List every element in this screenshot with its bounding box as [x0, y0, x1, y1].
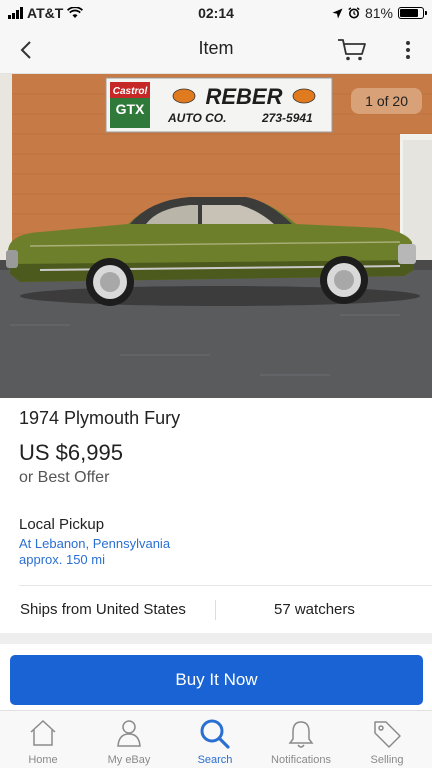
bell-icon [288, 721, 314, 748]
section-separator [0, 633, 432, 644]
tab-label: My eBay [107, 754, 151, 766]
search-icon [200, 719, 230, 749]
tab-label: Search [197, 754, 233, 766]
best-offer-text: or Best Offer [19, 469, 110, 486]
front-wheel [320, 256, 368, 304]
tab-home[interactable]: Home [0, 711, 86, 768]
item-price: US $6,995 [19, 440, 123, 465]
battery-icon [398, 7, 427, 19]
buy-it-now-button[interactable]: Buy It Now [10, 655, 423, 705]
cart-button[interactable] [334, 34, 370, 66]
tab-bar: Home My eBay Search Notifications Sellin… [0, 710, 432, 768]
location-arrow-icon [332, 8, 343, 18]
item-photo[interactable]: Castrol GTX REBER AUTO CO. 273-5941 1 of… [0, 74, 432, 398]
cart-icon [338, 39, 366, 61]
chevron-left-icon [20, 41, 31, 59]
back-button[interactable] [10, 34, 42, 66]
vertical-divider [215, 600, 216, 620]
watchers-count: 57 watchers [274, 601, 355, 618]
ships-from-text: Ships from United States [20, 601, 186, 618]
more-button[interactable] [396, 34, 420, 66]
shop-sign: Castrol GTX REBER AUTO CO. 273-5941 [105, 77, 333, 133]
divider [19, 585, 432, 586]
alarm-icon [348, 7, 360, 19]
tab-label: Notifications [271, 754, 331, 766]
item-title: 1974 Plymouth Fury [19, 408, 181, 428]
tag-icon [374, 721, 401, 748]
pickup-location-link[interactable]: At Lebanon, Pennsylvania [19, 536, 170, 551]
pickup-label: Local Pickup [19, 516, 105, 533]
status-right: 81% [332, 5, 427, 21]
person-icon [117, 720, 141, 747]
home-icon [30, 719, 56, 746]
tab-my-ebay[interactable]: My eBay [86, 711, 172, 768]
sign-line: AUTO CO. [167, 111, 226, 125]
battery-percent: 81% [364, 5, 393, 21]
tab-label: Home [28, 754, 58, 766]
status-bar: AT&T 02:14 81% [0, 0, 432, 26]
tab-selling[interactable]: Selling [344, 711, 430, 768]
sign-name: REBER [205, 84, 282, 109]
car-photo-illustration: Castrol GTX REBER AUTO CO. 273-5941 [0, 74, 432, 398]
sign-brand: Castrol [113, 86, 148, 97]
sign-brand-product: GTX [116, 101, 145, 117]
battery-fill [400, 9, 418, 17]
tab-notifications[interactable]: Notifications [258, 711, 344, 768]
sign-phone: 273-5941 [261, 111, 313, 125]
tab-label: Selling [370, 754, 404, 766]
photo-counter-badge: 1 of 20 [351, 88, 422, 114]
rear-wheel [86, 258, 134, 306]
tab-search[interactable]: Search [172, 711, 258, 768]
pickup-distance[interactable]: approx. 150 mi [19, 552, 105, 567]
nav-bar: Item [0, 26, 432, 74]
more-vertical-icon [406, 41, 410, 59]
